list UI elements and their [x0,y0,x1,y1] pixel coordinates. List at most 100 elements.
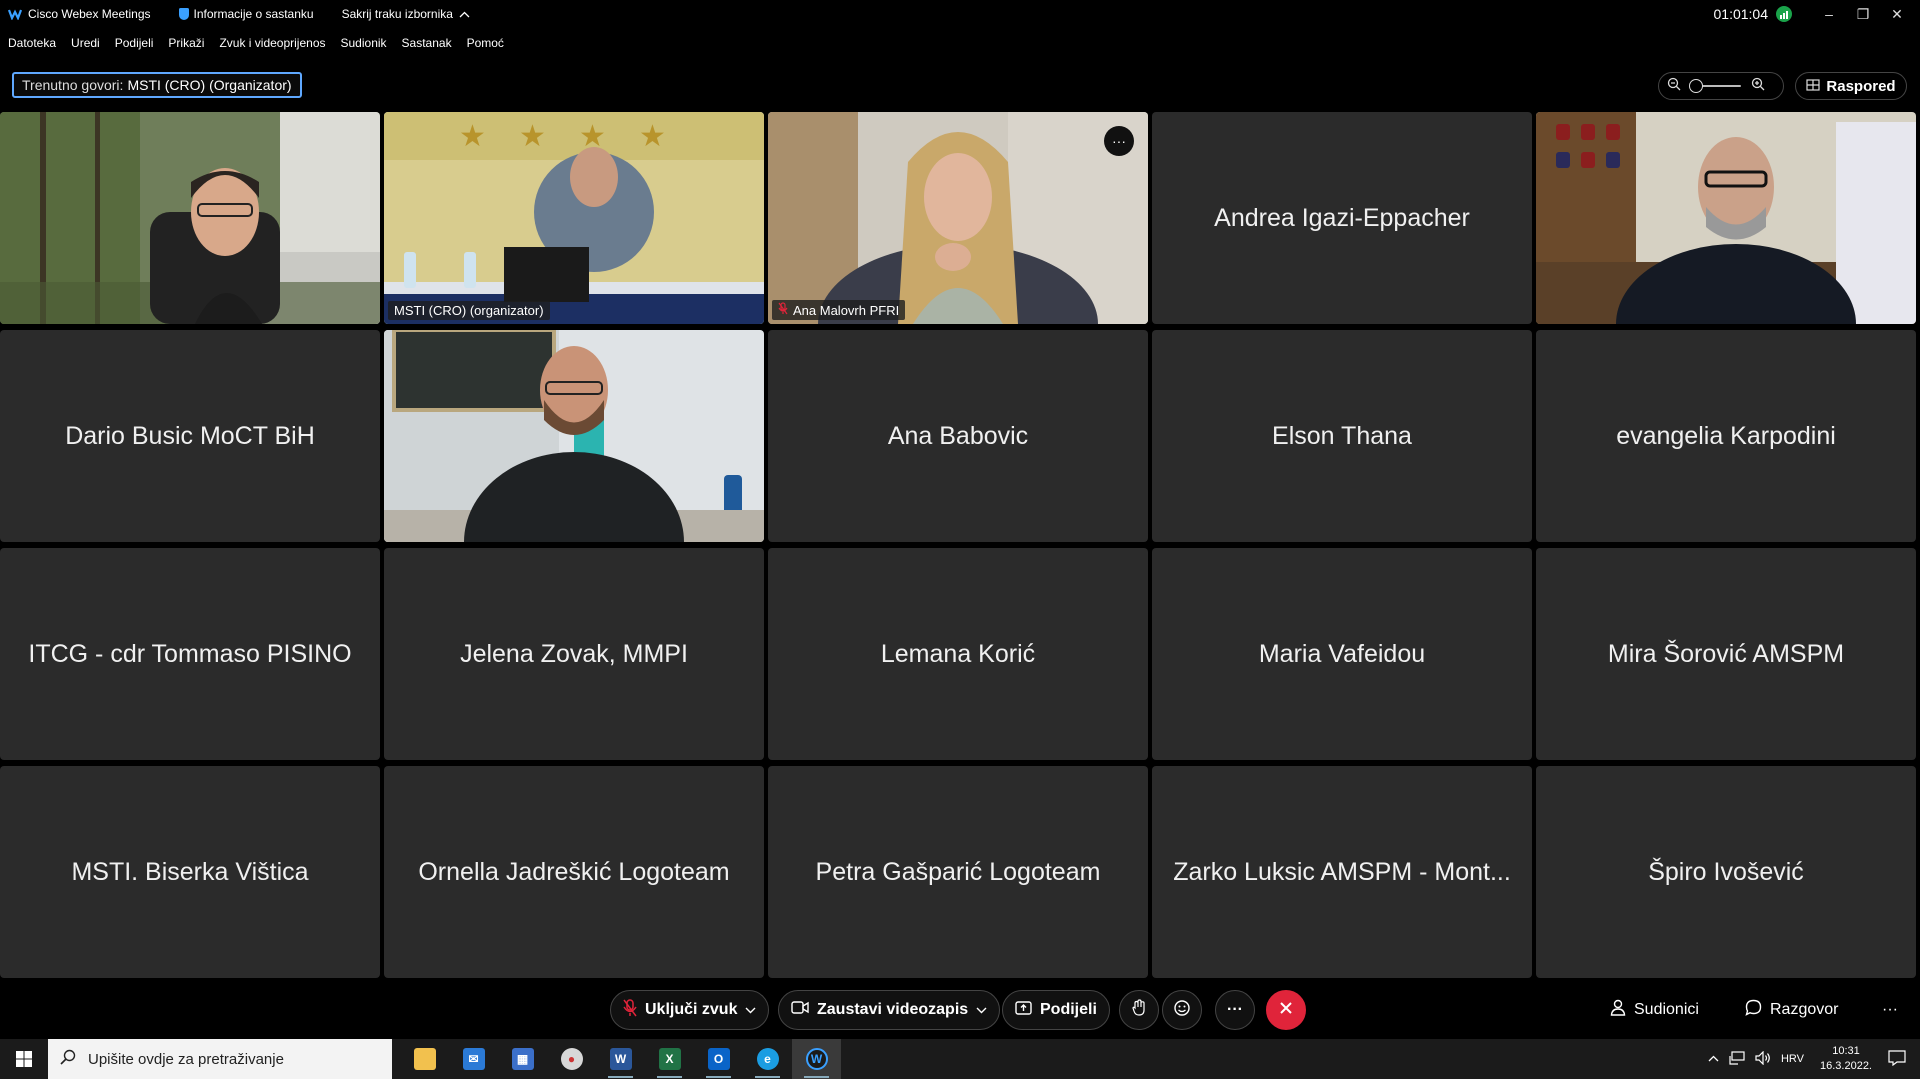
participant-tile[interactable]: evangelia Karpodini [1536,330,1916,542]
participant-tile[interactable]: Ana Babovic [768,330,1148,542]
mic-muted-icon [623,998,637,1022]
video-tile-participant[interactable]: ··· Ana Malovrh PFRI [768,112,1148,324]
zoom-out-icon[interactable] [1667,77,1681,96]
grid-layout-icon [1806,78,1821,95]
participant-tile[interactable]: Elson Thana [1152,330,1532,542]
network-icon[interactable] [1729,1050,1745,1068]
participant-name: Lemana Korić [880,639,1036,668]
raise-hand-button[interactable] [1119,990,1159,1030]
taskbar-clock[interactable]: 10:31 16.3.2022. [1820,1044,1872,1074]
participant-tile[interactable]: Andrea Igazi-Eppacher [1152,112,1532,324]
restore-button[interactable]: ❐ [1848,6,1878,23]
zoom-slider-handle[interactable] [1689,79,1703,93]
layout-button[interactable]: Raspored [1795,72,1907,100]
menu-item-help[interactable]: Pomoć [467,36,504,50]
more-options-button[interactable]: ··· [1104,126,1134,156]
participant-tile[interactable]: Zarko Luksic AMSPM - Mont... [1152,766,1532,978]
participant-grid: ★ ★ ★ ★ MSTI (CRO) (organizator) ··· Ana… [0,112,1920,979]
outlook-icon: O [707,1048,730,1070]
calculator-app[interactable]: ▦ [498,1039,547,1079]
menu-item-edit[interactable]: Uredi [71,36,100,50]
reactions-button[interactable] [1162,990,1202,1030]
volume-icon[interactable] [1755,1050,1771,1068]
chevron-down-icon[interactable] [745,1001,756,1019]
outlook-app[interactable]: O [694,1039,743,1079]
excel-app[interactable]: X [645,1039,694,1079]
chevron-down-icon[interactable] [976,1001,987,1019]
menu-item-file[interactable]: Datoteka [8,36,56,50]
share-screen-icon [1015,1000,1032,1020]
video-tile-organizer[interactable]: ★ ★ ★ ★ MSTI (CRO) (organizator) [384,112,764,324]
meeting-info-button[interactable]: Informacije o sastanku [178,7,314,21]
webex-app[interactable]: W [792,1039,841,1079]
edge-app[interactable]: e [743,1039,792,1079]
participant-tile[interactable]: Mira Šorović AMSPM [1536,548,1916,760]
app-title: Cisco Webex Meetings [28,7,151,21]
participant-video [384,330,764,542]
participant-tile[interactable]: Špiro Ivošević [1536,766,1916,978]
chat-button[interactable]: Razgovor [1733,990,1850,1030]
unmute-button[interactable]: Uključi zvuk [610,990,770,1030]
more-controls-label: ··· [1227,1001,1243,1018]
participant-tile[interactable]: Petra Gašparić Logoteam [768,766,1148,978]
video-tile-participant[interactable] [0,112,380,324]
more-controls-button[interactable]: ··· [1215,990,1255,1030]
excel-icon: X [658,1048,681,1070]
participant-name: Andrea Igazi-Eppacher [1214,203,1470,232]
participant-name: Elson Thana [1272,421,1412,450]
video-tile-participant[interactable] [384,330,764,542]
svg-text:★: ★ [639,119,666,154]
file-explorer-app[interactable] [400,1039,449,1079]
participant-tile[interactable]: Jelena Zovak, MMPI [384,548,764,760]
minimize-button[interactable]: – [1814,6,1844,22]
participant-tile[interactable]: Dario Busic MoCT BiH [0,330,380,542]
layout-label: Raspored [1826,77,1896,95]
participant-tile[interactable]: Ornella Jadreškić Logoteam [384,766,764,978]
video-camera-icon [791,1001,809,1019]
meeting-timer: 01:01:04 [1713,6,1769,22]
participant-tile[interactable]: Lemana Korić [768,548,1148,760]
participant-name: evangelia Karpodini [1616,421,1836,450]
zoom-in-icon[interactable] [1751,77,1765,96]
participant-tile[interactable]: ITCG - cdr Tommaso PISINO [0,548,380,760]
participants-label: Sudionici [1634,1001,1699,1018]
windows-start-button[interactable] [0,1039,48,1079]
language-indicator[interactable]: HRV [1781,1053,1804,1065]
search-icon [60,1049,76,1069]
mail-icon: ✉ [462,1048,485,1070]
close-button[interactable]: ✕ [1882,6,1912,23]
video-tile-participant[interactable] [1536,112,1916,324]
zoom-slider[interactable] [1689,79,1741,93]
mail-app[interactable]: ✉ [449,1039,498,1079]
overflow-menu-button[interactable]: ··· [1870,990,1910,1030]
participant-name: Mira Šorović AMSPM [1607,639,1845,668]
edge-browser-icon: e [756,1048,779,1070]
webex-logo-icon [8,8,22,20]
chevron-up-icon[interactable] [1708,1053,1719,1065]
menu-item-audio-video[interactable]: Zvuk i videoprijenos [219,36,325,50]
calculator-icon: ▦ [511,1048,534,1070]
menu-item-participant[interactable]: Sudionik [341,36,387,50]
participants-button[interactable]: Sudionici [1598,990,1711,1030]
menu-item-view[interactable]: Prikaži [168,36,204,50]
menu-item-share[interactable]: Podijeli [115,36,154,50]
notifications-icon[interactable] [1888,1049,1906,1069]
word-app[interactable]: W [596,1039,645,1079]
participant-caption: MSTI (CRO) (organizator) [388,301,550,320]
menu-item-meeting[interactable]: Sastanak [402,36,452,50]
participant-tile[interactable]: MSTI. Biserka Vištica [0,766,380,978]
participant-caption-label: MSTI (CRO) (organizator) [394,303,544,318]
webex-icon: W [805,1048,828,1070]
windows-taskbar: Upišite ovdje za pretraživanje ✉ ▦ ● W X… [0,1039,1920,1079]
participant-tile[interactable]: Maria Vafeidou [1152,548,1532,760]
share-button[interactable]: Podijeli [1002,990,1110,1030]
stop-video-button[interactable]: Zaustavi videozapis [778,990,1001,1030]
taskbar-search-input[interactable]: Upišite ovdje za pretraživanje [48,1039,392,1079]
word-icon: W [609,1048,632,1070]
hide-menu-button[interactable]: Sakrij traku izbornika [342,7,470,21]
person-icon [1610,999,1626,1021]
paint-app[interactable]: ● [547,1039,596,1079]
meeting-controls: Uključi zvuk Zaustavi videozapis Podijel… [0,985,1920,1037]
shield-icon [178,8,189,20]
leave-meeting-button[interactable] [1266,990,1306,1030]
